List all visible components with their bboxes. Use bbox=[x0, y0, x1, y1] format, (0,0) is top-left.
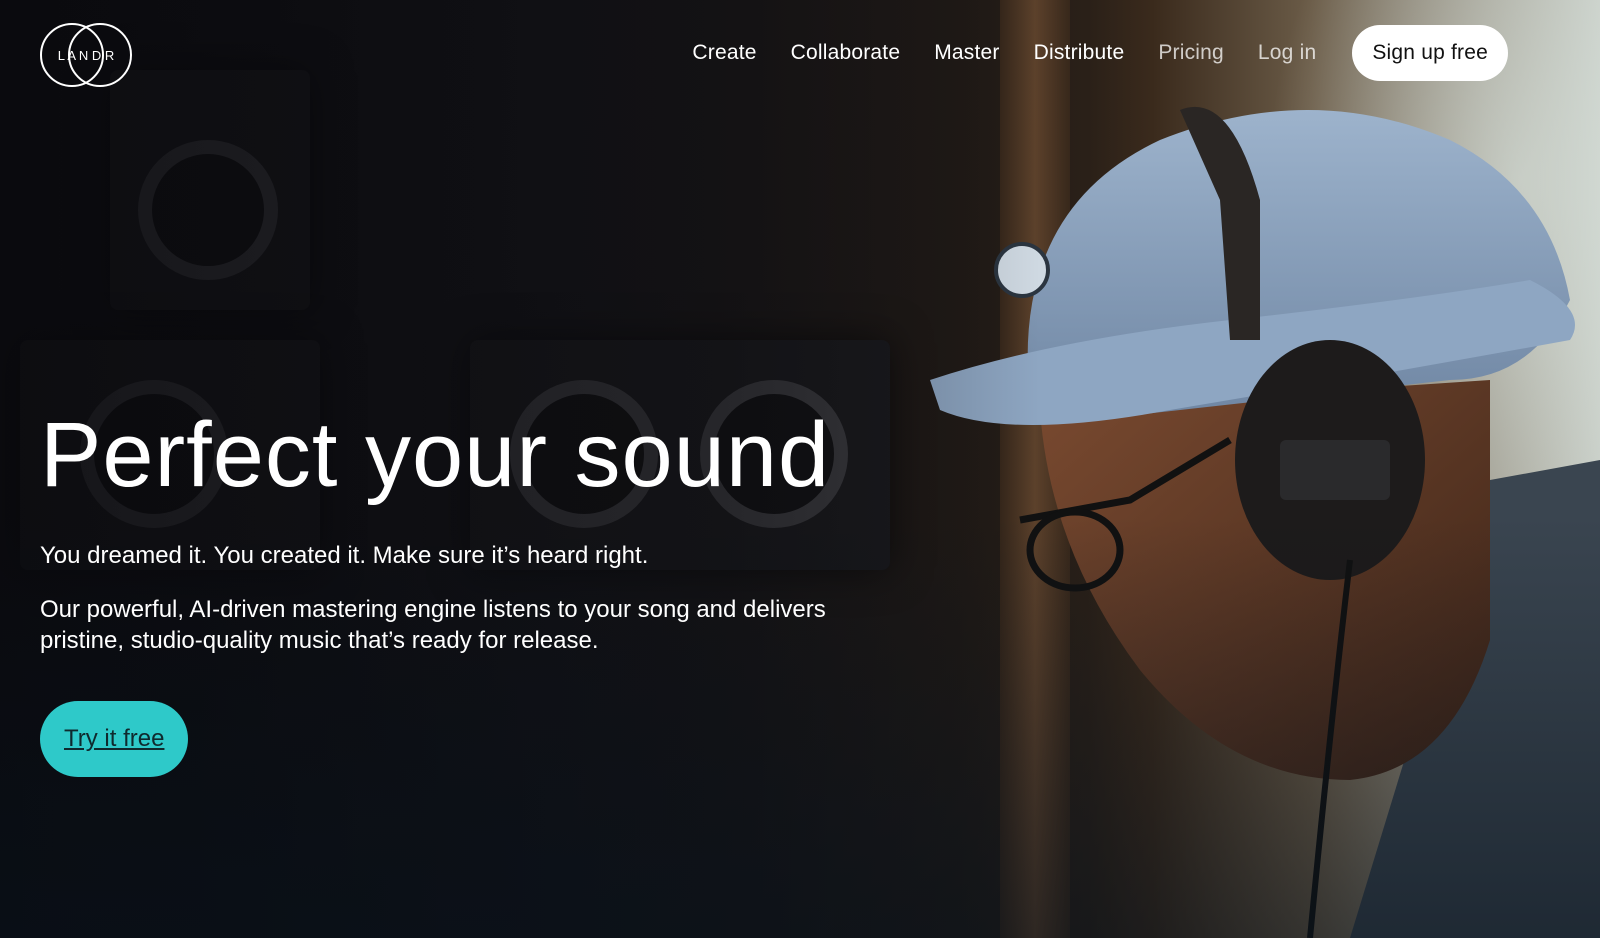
site-header: L A N D R Create Collaborate Master Dist… bbox=[0, 0, 1600, 110]
main-nav: Create Collaborate Master Distribute Pri… bbox=[692, 25, 1508, 81]
nav-pricing[interactable]: Pricing bbox=[1158, 41, 1224, 65]
person-with-headphones-image bbox=[930, 106, 1600, 938]
landr-logo[interactable]: L A N D R bbox=[40, 18, 132, 92]
speaker-cone bbox=[138, 140, 278, 280]
nav-master[interactable]: Master bbox=[934, 41, 999, 65]
hero-content: Perfect your sound You dreamed it. You c… bbox=[40, 404, 940, 777]
hero-subheadline: You dreamed it. You created it. Make sur… bbox=[40, 542, 649, 570]
logo-text: L A N D R bbox=[58, 48, 115, 63]
sign-up-button[interactable]: Sign up free bbox=[1352, 25, 1508, 81]
nav-distribute[interactable]: Distribute bbox=[1034, 41, 1125, 65]
hero-description: Our powerful, AI-driven mastering engine… bbox=[40, 596, 826, 655]
try-it-free-button[interactable]: Try it free bbox=[40, 700, 189, 777]
nav-create[interactable]: Create bbox=[692, 41, 756, 65]
nav-log-in[interactable]: Log in bbox=[1258, 41, 1316, 65]
nav-collaborate[interactable]: Collaborate bbox=[791, 41, 901, 65]
hero-headline: Perfect your sound bbox=[40, 404, 831, 506]
